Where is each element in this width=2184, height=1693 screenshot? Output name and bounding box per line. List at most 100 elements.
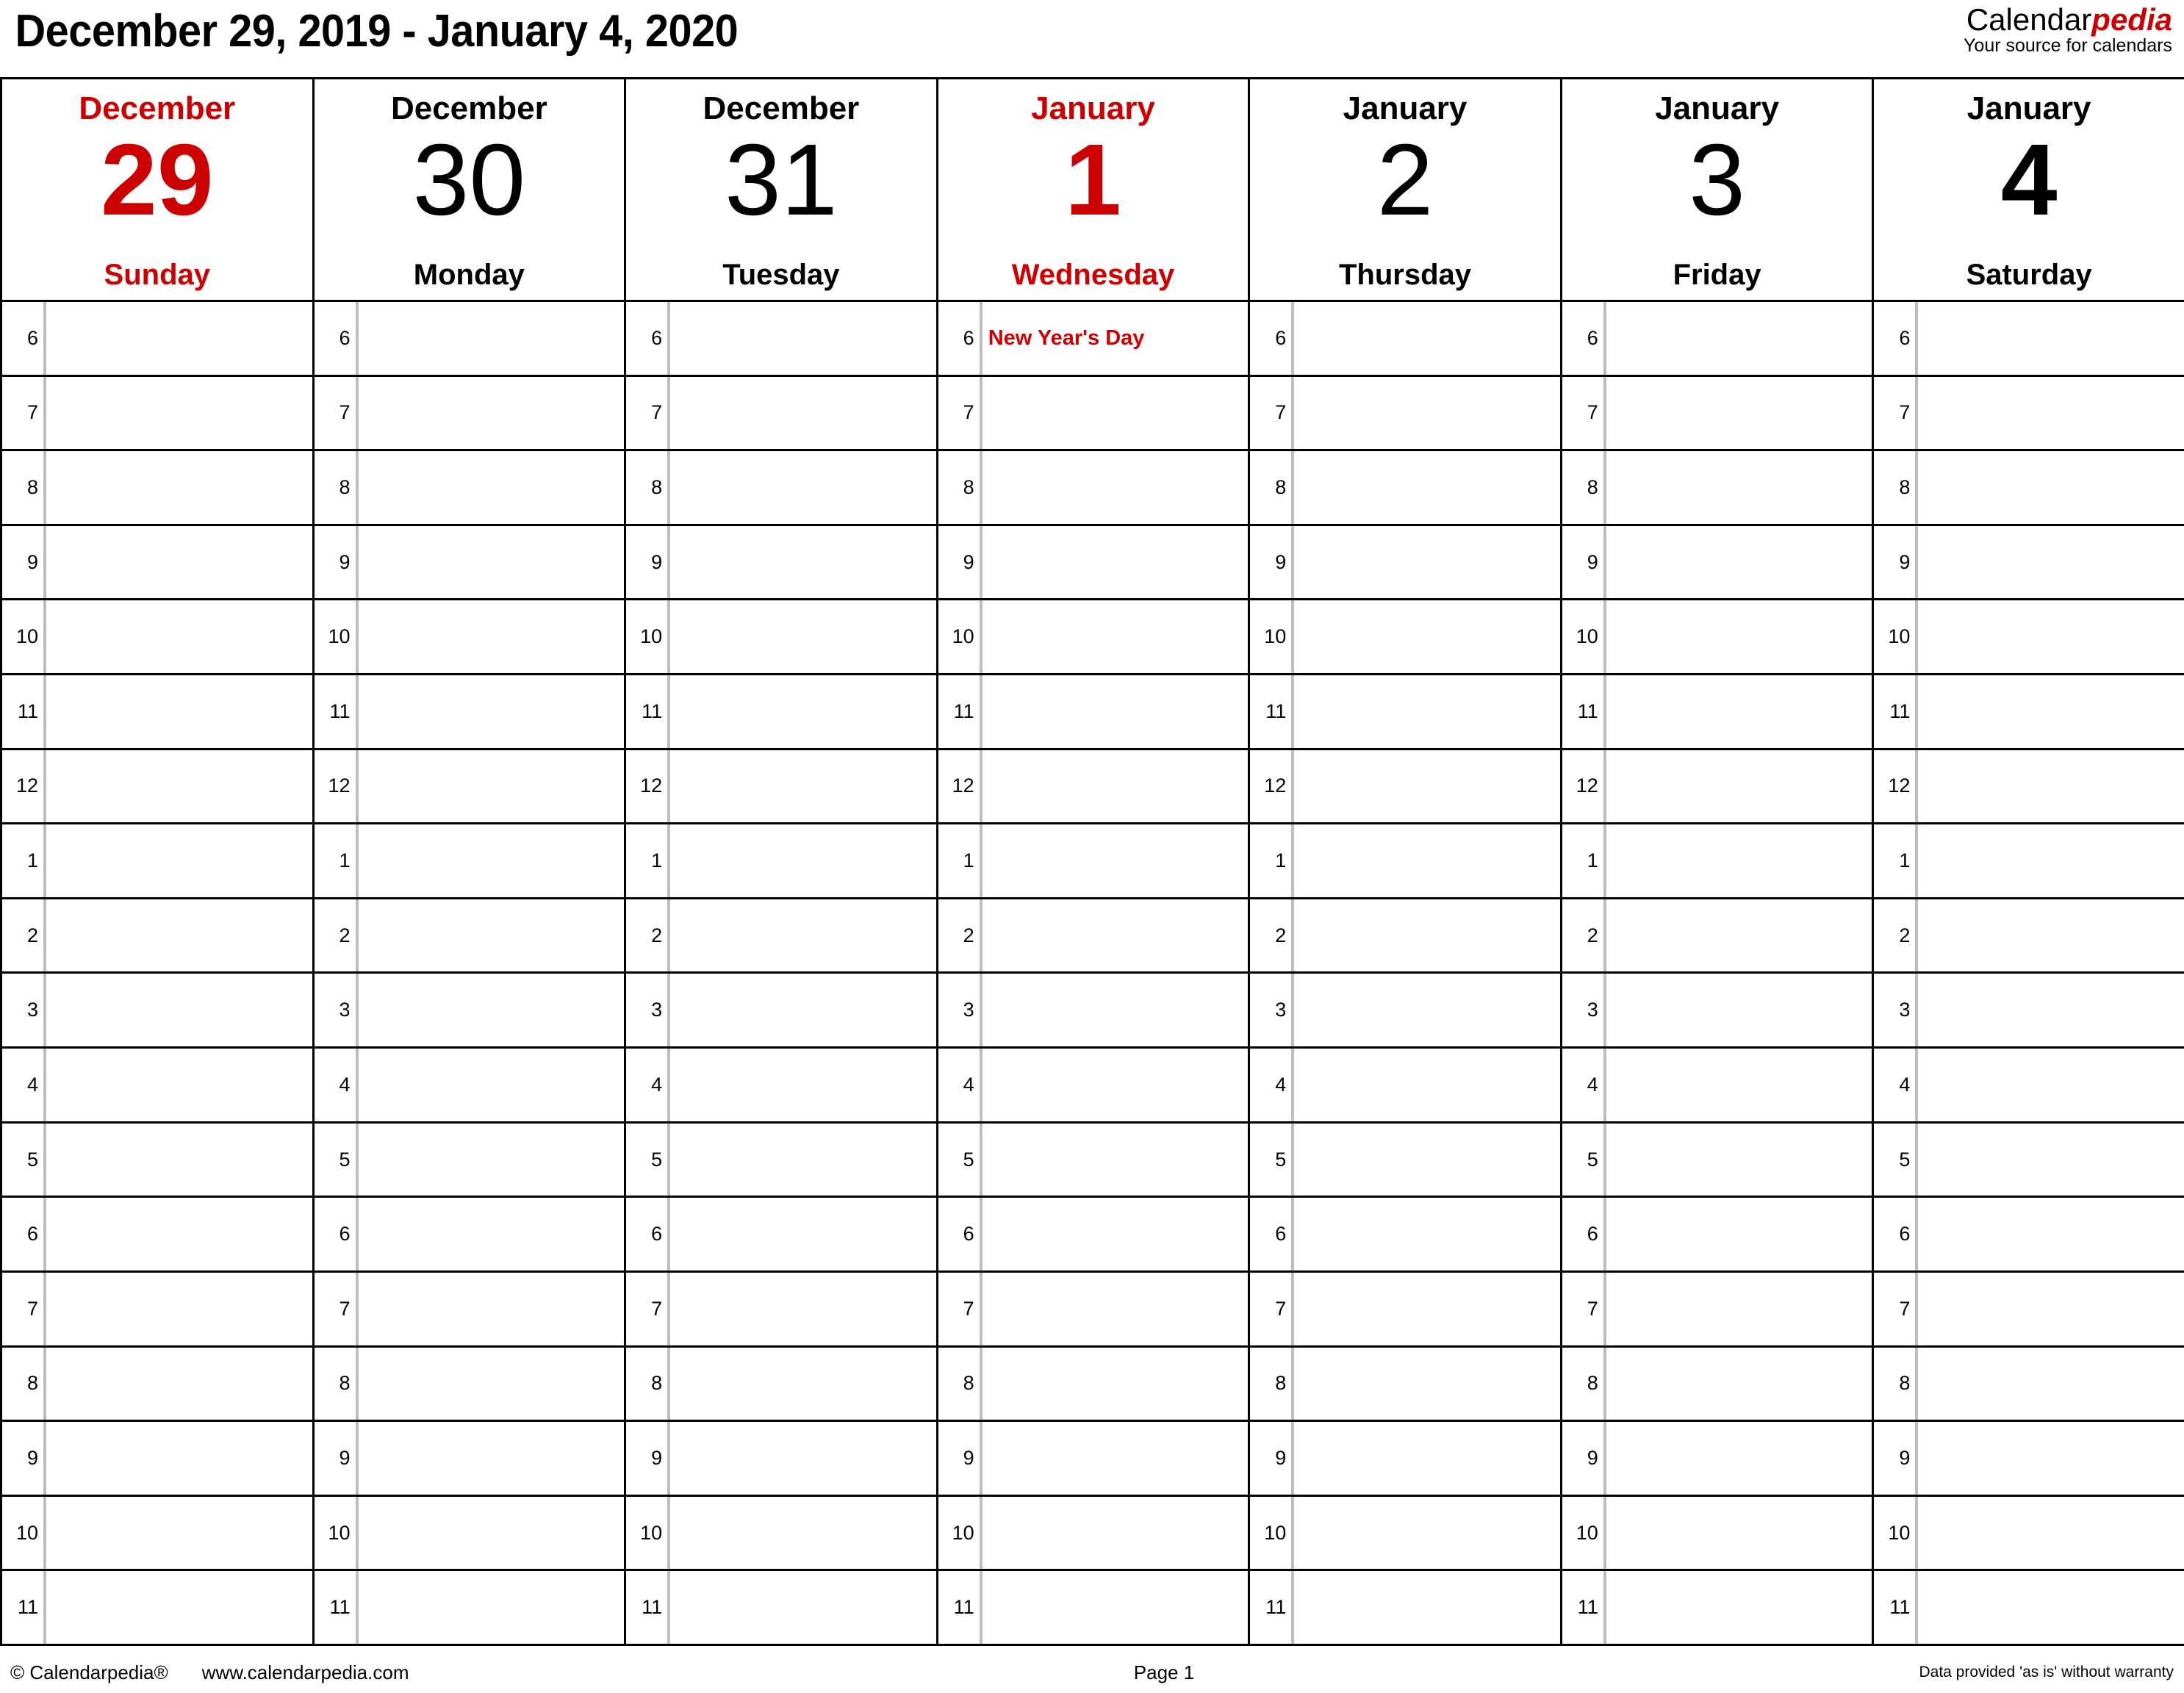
time-slot-cell[interactable]: 4 [1872, 1046, 2184, 1124]
footer-website-link[interactable]: www.calendarpedia.com [168, 1661, 409, 1683]
time-slot-cell[interactable]: 9 [624, 523, 938, 601]
time-slot-entry-area[interactable] [355, 750, 625, 823]
time-slot-cell[interactable]: 12 [0, 747, 315, 825]
time-slot-entry-area[interactable] [979, 1496, 1249, 1570]
time-slot-cell[interactable]: 11 [0, 673, 315, 750]
time-slot-entry-area[interactable] [979, 600, 1249, 674]
time-slot-cell[interactable]: 2 [935, 896, 1251, 974]
time-slot-entry-area[interactable] [355, 675, 625, 748]
time-slot-cell[interactable]: 8 [1559, 449, 1875, 526]
time-slot-entry-area[interactable] [355, 1272, 625, 1345]
time-slot-cell[interactable]: 8 [0, 1345, 315, 1423]
time-slot-cell[interactable]: 7 [312, 1270, 627, 1348]
time-slot-entry-area[interactable] [979, 1422, 1249, 1495]
time-slot-cell[interactable]: 11 [1248, 1569, 1562, 1646]
time-slot-entry-area[interactable] [1603, 600, 1872, 674]
time-slot-cell[interactable]: 10 [312, 598, 627, 676]
time-slot-entry-area[interactable] [1915, 974, 2184, 1047]
time-slot-cell[interactable]: 3 [1872, 971, 2184, 1049]
time-slot-entry-area[interactable] [1291, 750, 1560, 823]
time-slot-entry-area[interactable] [43, 600, 312, 674]
time-slot-cell[interactable]: 10 [935, 1494, 1251, 1572]
time-slot-entry-area[interactable] [1291, 1571, 1560, 1644]
time-slot-entry-area[interactable] [1291, 1123, 1560, 1196]
time-slot-entry-area[interactable] [1291, 899, 1560, 972]
time-slot-entry-area[interactable] [43, 1571, 312, 1644]
time-slot-entry-area[interactable] [355, 525, 625, 599]
time-slot-cell[interactable]: 11 [0, 1569, 315, 1646]
time-slot-entry-area[interactable] [1915, 1272, 2184, 1345]
time-slot-cell[interactable]: 7 [1248, 1270, 1562, 1348]
time-slot-entry-area[interactable]: New Year's Day [979, 302, 1249, 375]
time-slot-cell[interactable]: 9 [312, 1420, 627, 1497]
time-slot-entry-area[interactable] [1291, 1198, 1560, 1270]
time-slot-entry-area[interactable] [979, 1123, 1249, 1196]
time-slot-entry-area[interactable] [979, 1272, 1249, 1345]
time-slot-cell[interactable]: 8 [1248, 449, 1562, 526]
time-slot-entry-area[interactable] [1291, 675, 1560, 748]
time-slot-entry-area[interactable] [1291, 824, 1560, 897]
time-slot-entry-area[interactable] [667, 1571, 936, 1644]
time-slot-entry-area[interactable] [43, 1422, 312, 1495]
time-slot-entry-area[interactable] [1603, 525, 1872, 599]
time-slot-entry-area[interactable] [43, 1347, 312, 1420]
time-slot-cell[interactable]: 4 [1559, 1046, 1875, 1124]
time-slot-entry-area[interactable] [1291, 1347, 1560, 1420]
time-slot-entry-area[interactable] [1291, 1496, 1560, 1570]
time-slot-entry-area[interactable] [355, 302, 625, 375]
day-header-sunday[interactable]: December 29 Sunday [0, 77, 315, 302]
time-slot-cell[interactable]: 6 [624, 1196, 938, 1273]
time-slot-cell[interactable]: 7 [0, 374, 315, 452]
time-slot-entry-area[interactable] [43, 525, 312, 599]
day-header-friday[interactable]: January 3 Friday [1559, 77, 1875, 302]
time-slot-entry-area[interactable] [667, 451, 936, 524]
day-header-monday[interactable]: December 30 Monday [312, 77, 627, 302]
time-slot-entry-area[interactable] [1603, 376, 1872, 450]
time-slot-entry-area[interactable] [979, 1198, 1249, 1270]
time-slot-cell[interactable]: 11 [1559, 1569, 1875, 1646]
time-slot-entry-area[interactable] [355, 974, 625, 1047]
day-header-saturday[interactable]: January 4 Saturday [1872, 77, 2184, 302]
time-slot-cell[interactable]: 10 [1872, 1494, 2184, 1572]
time-slot-cell[interactable]: 3 [312, 971, 627, 1049]
time-slot-entry-area[interactable] [667, 376, 936, 450]
time-slot-entry-area[interactable] [979, 750, 1249, 823]
time-slot-entry-area[interactable] [355, 376, 625, 450]
time-slot-cell[interactable]: 10 [1559, 598, 1875, 676]
time-slot-entry-area[interactable] [979, 1049, 1249, 1121]
time-slot-cell[interactable]: 5 [935, 1121, 1251, 1198]
time-slot-cell[interactable]: 1 [1559, 822, 1875, 899]
time-slot-cell[interactable]: 12 [1559, 747, 1875, 825]
time-slot-entry-area[interactable] [43, 1272, 312, 1345]
time-slot-entry-area[interactable] [979, 675, 1249, 748]
time-slot-cell[interactable]: 4 [0, 1046, 315, 1124]
time-slot-entry-area[interactable] [667, 1123, 936, 1196]
time-slot-cell[interactable]: 11 [1559, 673, 1875, 750]
time-slot-entry-area[interactable] [1915, 600, 2184, 674]
time-slot-cell[interactable]: 5 [1248, 1121, 1562, 1198]
time-slot-cell[interactable]: 1 [935, 822, 1251, 899]
time-slot-entry-area[interactable] [355, 1496, 625, 1570]
time-slot-entry-area[interactable] [1291, 600, 1560, 674]
time-slot-cell[interactable]: 6 New Year's Day [935, 300, 1251, 377]
time-slot-entry-area[interactable] [1291, 451, 1560, 524]
time-slot-cell[interactable]: 7 [1872, 1270, 2184, 1348]
time-slot-entry-area[interactable] [1603, 974, 1872, 1047]
time-slot-cell[interactable]: 9 [0, 523, 315, 601]
time-slot-cell[interactable]: 10 [1872, 598, 2184, 676]
time-slot-entry-area[interactable] [43, 675, 312, 748]
time-slot-entry-area[interactable] [979, 376, 1249, 450]
time-slot-entry-area[interactable] [355, 899, 625, 972]
time-slot-entry-area[interactable] [1915, 1347, 2184, 1420]
time-slot-cell[interactable]: 6 [624, 300, 938, 377]
time-slot-entry-area[interactable] [1915, 302, 2184, 375]
time-slot-cell[interactable]: 3 [1559, 971, 1875, 1049]
time-slot-cell[interactable]: 8 [0, 449, 315, 526]
time-slot-cell[interactable]: 11 [935, 1569, 1251, 1646]
time-slot-cell[interactable]: 6 [1559, 300, 1875, 377]
time-slot-cell[interactable]: 4 [312, 1046, 627, 1124]
time-slot-entry-area[interactable] [1915, 824, 2184, 897]
time-slot-cell[interactable]: 1 [1248, 822, 1562, 899]
time-slot-cell[interactable]: 12 [935, 747, 1251, 825]
time-slot-entry-area[interactable] [355, 1347, 625, 1420]
